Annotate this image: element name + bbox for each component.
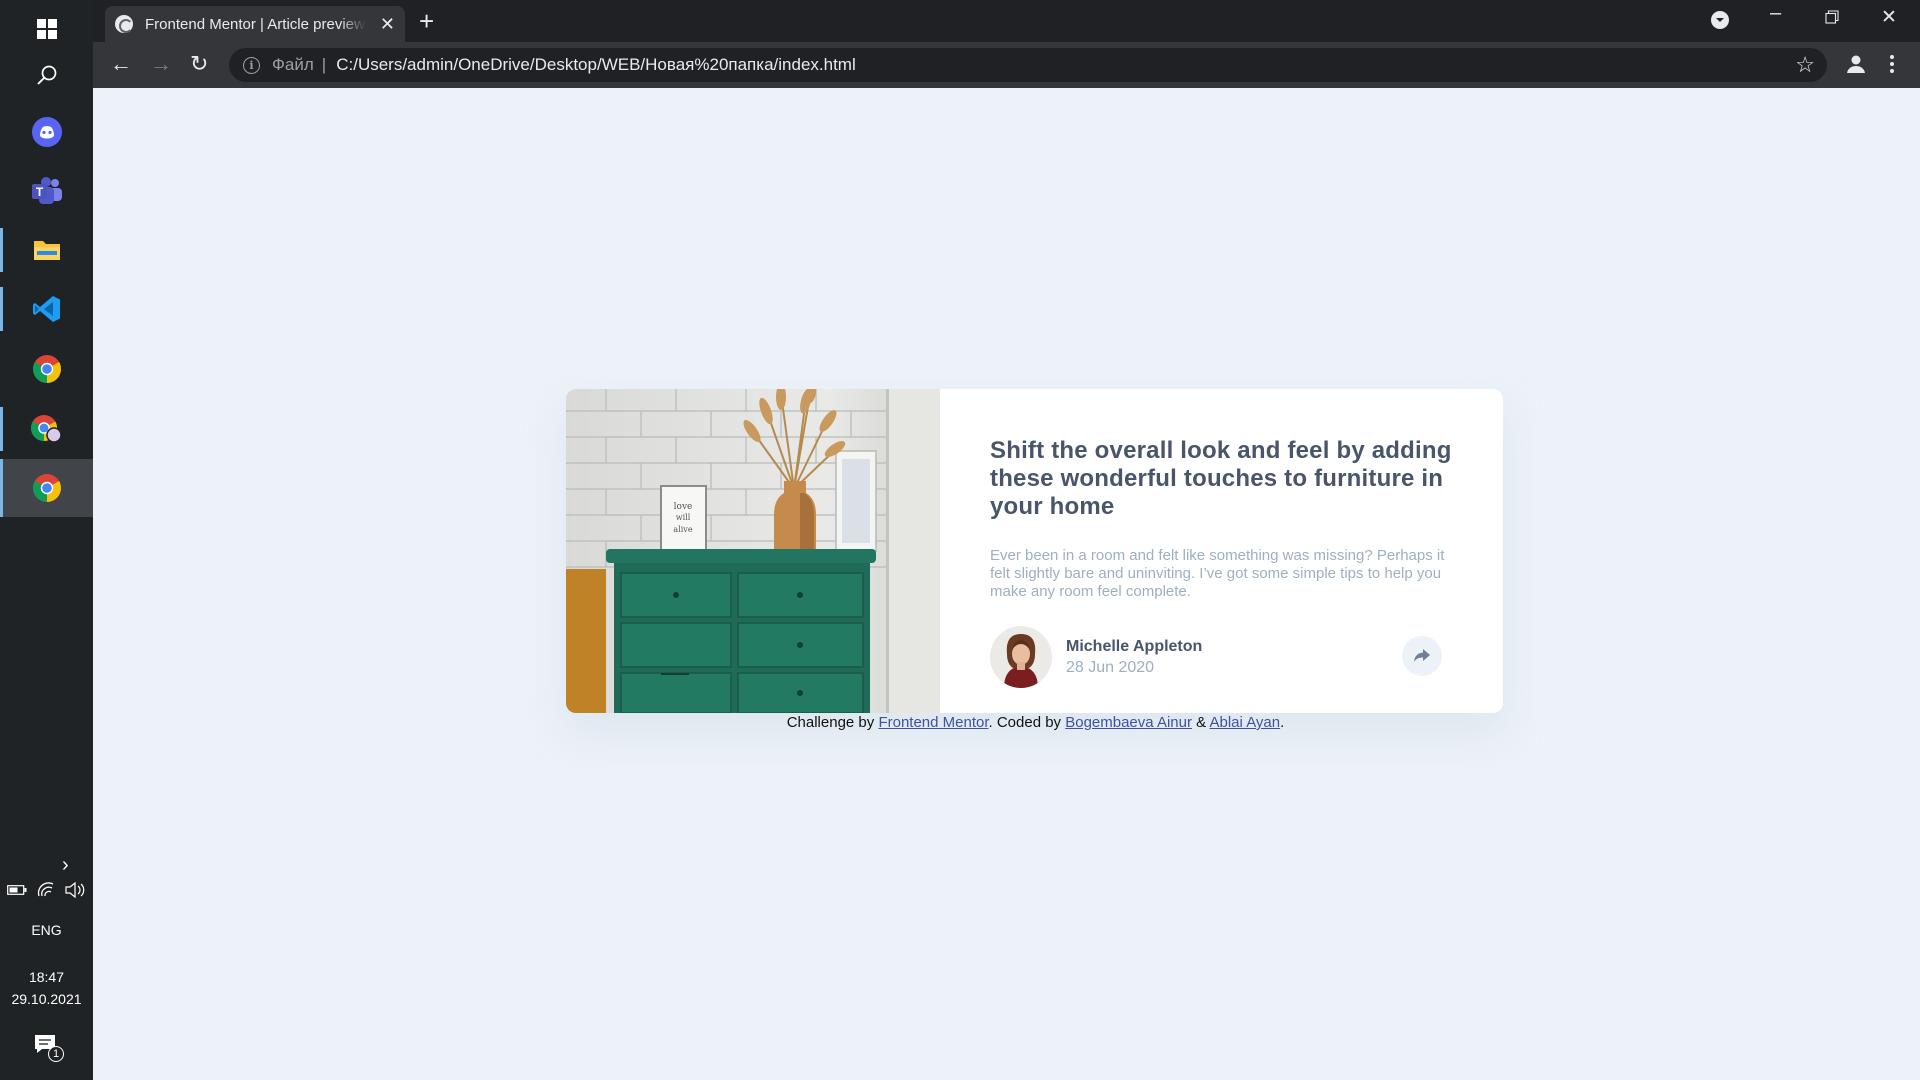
address-url[interactable]: C:/Users/admin/OneDrive/Desktop/WEB/Нова… [336,55,856,75]
battery-icon[interactable] [6,884,27,896]
article-preview-card: love will alive Shift the overall look a… [566,389,1503,713]
wifi-icon[interactable] [37,882,55,898]
volume-icon[interactable] [64,882,87,898]
article-description: Ever been in a room and felt like someth… [990,547,1445,600]
svg-text:T: T [35,185,43,199]
chrome-active-icon [32,474,61,502]
address-scheme-label: Файл [272,55,314,74]
bookmark-star-icon[interactable]: ☆ [1795,52,1815,78]
teams-icon: T [31,177,62,204]
address-bar[interactable]: i Файл | C:/Users/admin/OneDrive/Desktop… [229,48,1827,82]
browser-tab[interactable]: Frontend Mentor | Article preview compon… [105,6,405,42]
tab-search-chevron-icon [1711,11,1729,29]
window-close-icon[interactable]: ✕ [1881,6,1897,29]
file-explorer-icon [33,241,60,260]
browser-window: Frontend Mentor | Article preview compon… [93,0,1920,1080]
article-photo: love will alive [566,389,940,713]
show-hidden-icons-chevron-icon[interactable]: › [62,854,69,877]
taskbar: T › ENG 18:47 29.10.2021 1 [0,0,93,1080]
share-icon [1414,649,1430,662]
search-icon [36,65,56,85]
browser-menu-kebab-icon[interactable] [1890,55,1894,73]
browser-toolbar: ← → ↻ i Файл | C:/Users/admin/OneDrive/D… [93,42,1920,88]
profile-icon [1847,55,1865,73]
tab-close-icon[interactable]: ✕ [380,14,395,35]
input-language[interactable]: ENG [0,922,93,938]
attribution: Challenge by Frontend Mentor. Coded by B… [93,714,1920,731]
discord-button[interactable] [0,103,93,161]
vscode-button[interactable] [0,280,93,338]
article-content: Shift the overall look and feel by addin… [940,389,1503,713]
chrome-button[interactable] [0,340,93,398]
tab-favicon-icon [115,15,133,33]
article-date: 28 Jun 2020 [1066,658,1155,676]
notification-count-badge: 1 [48,1046,64,1062]
discord-icon [31,117,62,147]
chrome-canary-icon [30,415,62,443]
site-info-icon[interactable]: i [243,56,260,74]
svg-text:alive: alive [673,525,692,534]
chrome-canary-button[interactable] [0,400,93,458]
address-separator: | [321,55,327,74]
clock[interactable]: 18:47 29.10.2021 [0,966,93,1010]
new-tab-plus-icon[interactable]: + [419,8,434,34]
restore-button[interactable] [1825,10,1839,29]
article-title: Shift the overall look and feel by addin… [990,437,1452,520]
frontend-mentor-link[interactable]: Frontend Mentor [878,714,988,731]
author1-link[interactable]: Bogembaeva Ainur [1065,714,1192,731]
reload-icon[interactable]: ↻ [190,51,208,77]
back-arrow-icon[interactable]: ← [110,51,132,77]
attribution-prefix: Challenge by [786,714,879,731]
minimize-icon[interactable]: – [1770,2,1781,25]
windows-start-icon [36,19,57,39]
tab-strip: Frontend Mentor | Article preview compon… [93,0,1920,42]
chrome-active-button[interactable] [0,459,93,517]
drawers-photo-illustration: love will alive [566,389,940,713]
file-explorer-button[interactable] [0,221,93,279]
attribution-and: & [1191,714,1210,731]
author2-link[interactable]: Ablai Ayan [1210,714,1281,731]
tab-title: Frontend Mentor | Article preview compon… [145,15,366,33]
svg-text:love: love [674,502,693,512]
teams-button[interactable]: T [0,162,93,220]
vscode-icon [32,296,60,322]
attribution-coded-by: . Coded by [988,714,1066,731]
forward-arrow-icon[interactable]: → [150,51,172,77]
action-center-button[interactable]: 1 [34,1034,64,1064]
chrome-icon [32,355,61,383]
page-viewport: love will alive Shift the overall look a… [93,88,1920,1080]
author-block: Michelle Appleton 28 Jun 2020 [990,626,1202,688]
clock-time: 18:47 [28,969,65,985]
author-avatar-image [990,626,1052,688]
attribution-end: . [1280,714,1285,731]
clock-date: 29.10.2021 [11,991,82,1007]
author-name: Michelle Appleton [1066,637,1203,655]
search-button[interactable] [0,46,93,104]
profile-button[interactable] [1846,54,1866,79]
tab-search-button[interactable] [1711,11,1729,34]
author-avatar [990,626,1052,688]
restore-icon [1825,10,1839,24]
svg-text:will: will [676,513,691,522]
share-button[interactable] [1402,636,1442,676]
